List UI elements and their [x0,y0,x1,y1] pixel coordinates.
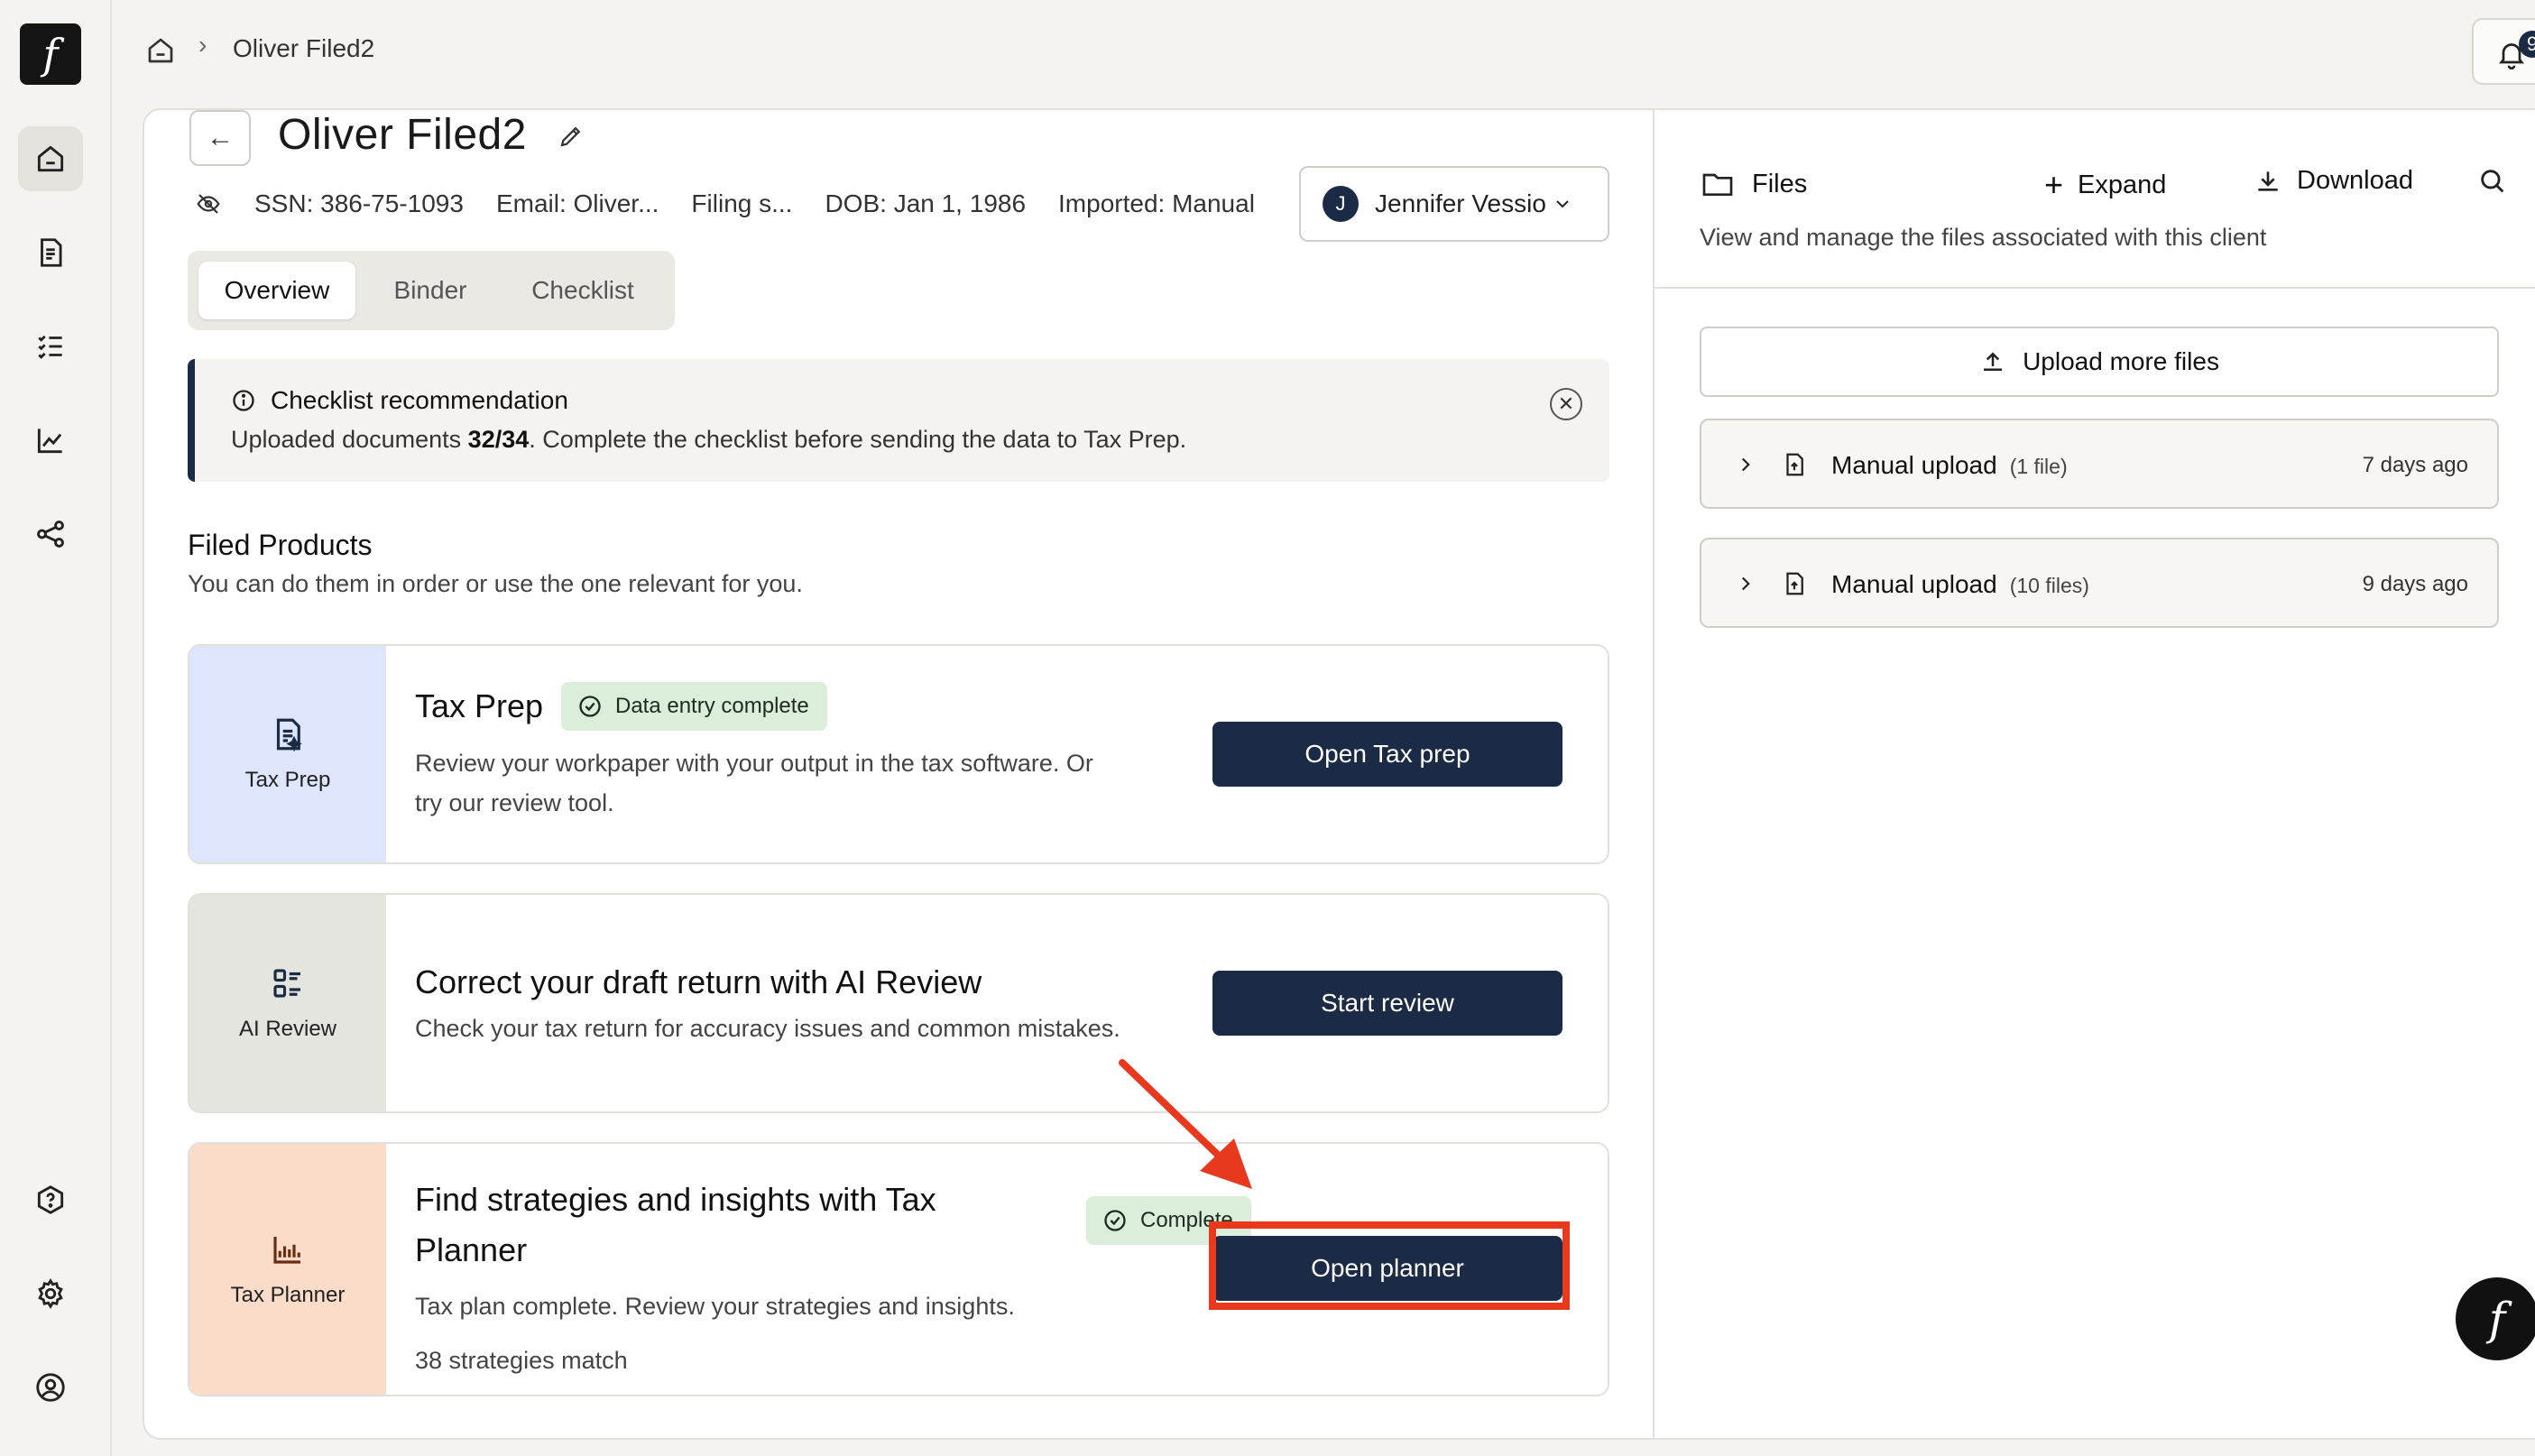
settings-gear-icon[interactable] [18,1261,83,1326]
card-description: Review your workpaper with your output i… [415,750,1093,816]
assignee-name: Jennifer Vessio [1375,189,1546,217]
tab-overview[interactable]: Overview [198,262,355,319]
filed-products-title: Filed Products [188,529,373,561]
card-side-tax-prep: Tax Prep [189,646,386,862]
start-review-button[interactable]: Start review [1212,971,1562,1036]
upload-files-button[interactable]: Upload more files [1700,327,2499,397]
breadcrumb-home-icon[interactable] [144,34,177,67]
nav-chart-icon[interactable] [18,408,83,473]
tax-planner-chart-icon [273,1237,300,1264]
product-card-ai-review: AI Review Correct your draft return with… [188,893,1609,1113]
breadcrumb-separator-icon: › [198,31,207,59]
hide-eye-icon[interactable] [195,190,222,217]
nav-checklist-icon[interactable] [18,314,83,379]
card-title: Find strategies and insights with Tax Pl… [415,1181,936,1268]
card-title: Correct your draft return with AI Review [415,963,982,1000]
card-side-tax-planner: Tax Planner [189,1144,386,1395]
ai-review-list-icon [273,969,300,998]
chevron-right-icon [1741,576,1750,591]
check-circle-icon [579,696,601,717]
file-upload-icon [1786,453,1803,476]
expand-button[interactable]: + Expand [2044,166,2166,204]
breadcrumb-current[interactable]: Oliver Filed2 [233,34,374,63]
assignee-select[interactable]: J Jennifer Vessio [1299,166,1609,242]
card-side-label: AI Review [238,1017,337,1041]
info-icon [233,390,254,411]
arrow-left-icon: ← [207,123,234,152]
file-group-date: 7 days ago [2362,453,2468,477]
filed-products-subtitle: You can do them in order or use the one … [188,570,803,597]
top-bar: › Oliver Filed2 9 [112,0,2535,106]
nav-home-icon[interactable] [18,126,83,191]
check-circle-icon [1104,1210,1126,1231]
file-group[interactable]: Manual upload (10 files) 9 days ago [1700,538,2499,628]
file-upload-icon [1786,572,1803,595]
recommendation-text: Uploaded documents 32/34. Complete the c… [231,426,1187,453]
client-info-row: SSN: 386-75-1093 Email: Oliver... Filing… [195,186,1287,222]
annotation-arrow-icon [1119,1059,1252,1189]
upload-icon [1984,352,2003,371]
annotation-highlight-box [1209,1221,1570,1310]
download-icon [2258,170,2278,191]
page-title: Oliver Filed2 [278,111,527,159]
files-panel: Files + Expand Download View and manage … [1653,110,2535,1438]
checklist-recommendation-banner: Checklist recommendation Uploaded docume… [188,359,1609,482]
status-badge: Data entry complete [561,682,827,731]
client-ssn: SSN: 386-75-1093 [254,189,464,217]
client-email: Email: Oliver... [495,189,659,217]
account-avatar-icon[interactable] [18,1355,83,1420]
files-subtitle: View and manage the files associated wit… [1700,224,2267,251]
chevron-right-icon [1741,457,1750,472]
file-group-title: Manual upload (1 file) [1831,451,2068,479]
files-title: Files [1700,166,1807,202]
file-group-date: 9 days ago [2362,572,2468,596]
close-icon[interactable]: ✕ [1550,388,1582,420]
app-logo[interactable]: f [20,23,81,85]
file-group[interactable]: Manual upload (1 file) 7 days ago [1700,419,2499,509]
sidebar: f [0,0,112,1456]
back-button[interactable]: ← [189,110,251,166]
client-dob: DOB: Jan 1, 1986 [825,189,1027,217]
divider [1655,287,2535,289]
avatar: J [1323,186,1359,222]
file-group-title: Manual upload (10 files) [1831,570,2089,598]
chevron-down-icon [1556,200,1569,208]
open-tax-prep-button[interactable]: Open Tax prep [1212,722,1562,787]
card-description: Check your tax return for accuracy issue… [415,1015,1120,1042]
nav-share-icon[interactable] [18,502,83,567]
edit-pencil-icon[interactable] [558,123,585,150]
tab-binder[interactable]: Binder [364,262,496,319]
notifications-button[interactable]: 9 [2472,18,2535,85]
card-side-ai-review: AI Review [189,895,386,1111]
tax-prep-document-icon [276,718,302,752]
search-icon[interactable] [2477,166,2508,197]
card-title: Tax Prep [415,687,544,724]
tab-checklist[interactable]: Checklist [503,262,662,319]
card-side-label: Tax Prep [244,768,331,792]
client-imported: Imported: Manual [1058,189,1255,217]
card-description: Tax plan complete. Review your strategie… [415,1293,1015,1374]
download-button[interactable]: Download [2254,166,2413,196]
assistant-fab-button[interactable]: f [2456,1277,2535,1360]
uploaded-count: 32/34 [467,426,530,453]
product-card-tax-prep: Tax Prep Tax Prep Data entry complete Re… [188,644,1609,864]
plus-icon: + [2044,166,2064,203]
card-side-label: Tax Planner [230,1283,346,1307]
recommendation-title: Checklist recommendation [271,386,568,414]
folder-icon [1702,173,1733,196]
help-icon[interactable] [18,1167,83,1232]
client-filing-status: Filing s... [691,189,793,217]
tab-bar: Overview Binder Checklist [188,251,675,330]
nav-documents-icon[interactable] [18,220,83,285]
